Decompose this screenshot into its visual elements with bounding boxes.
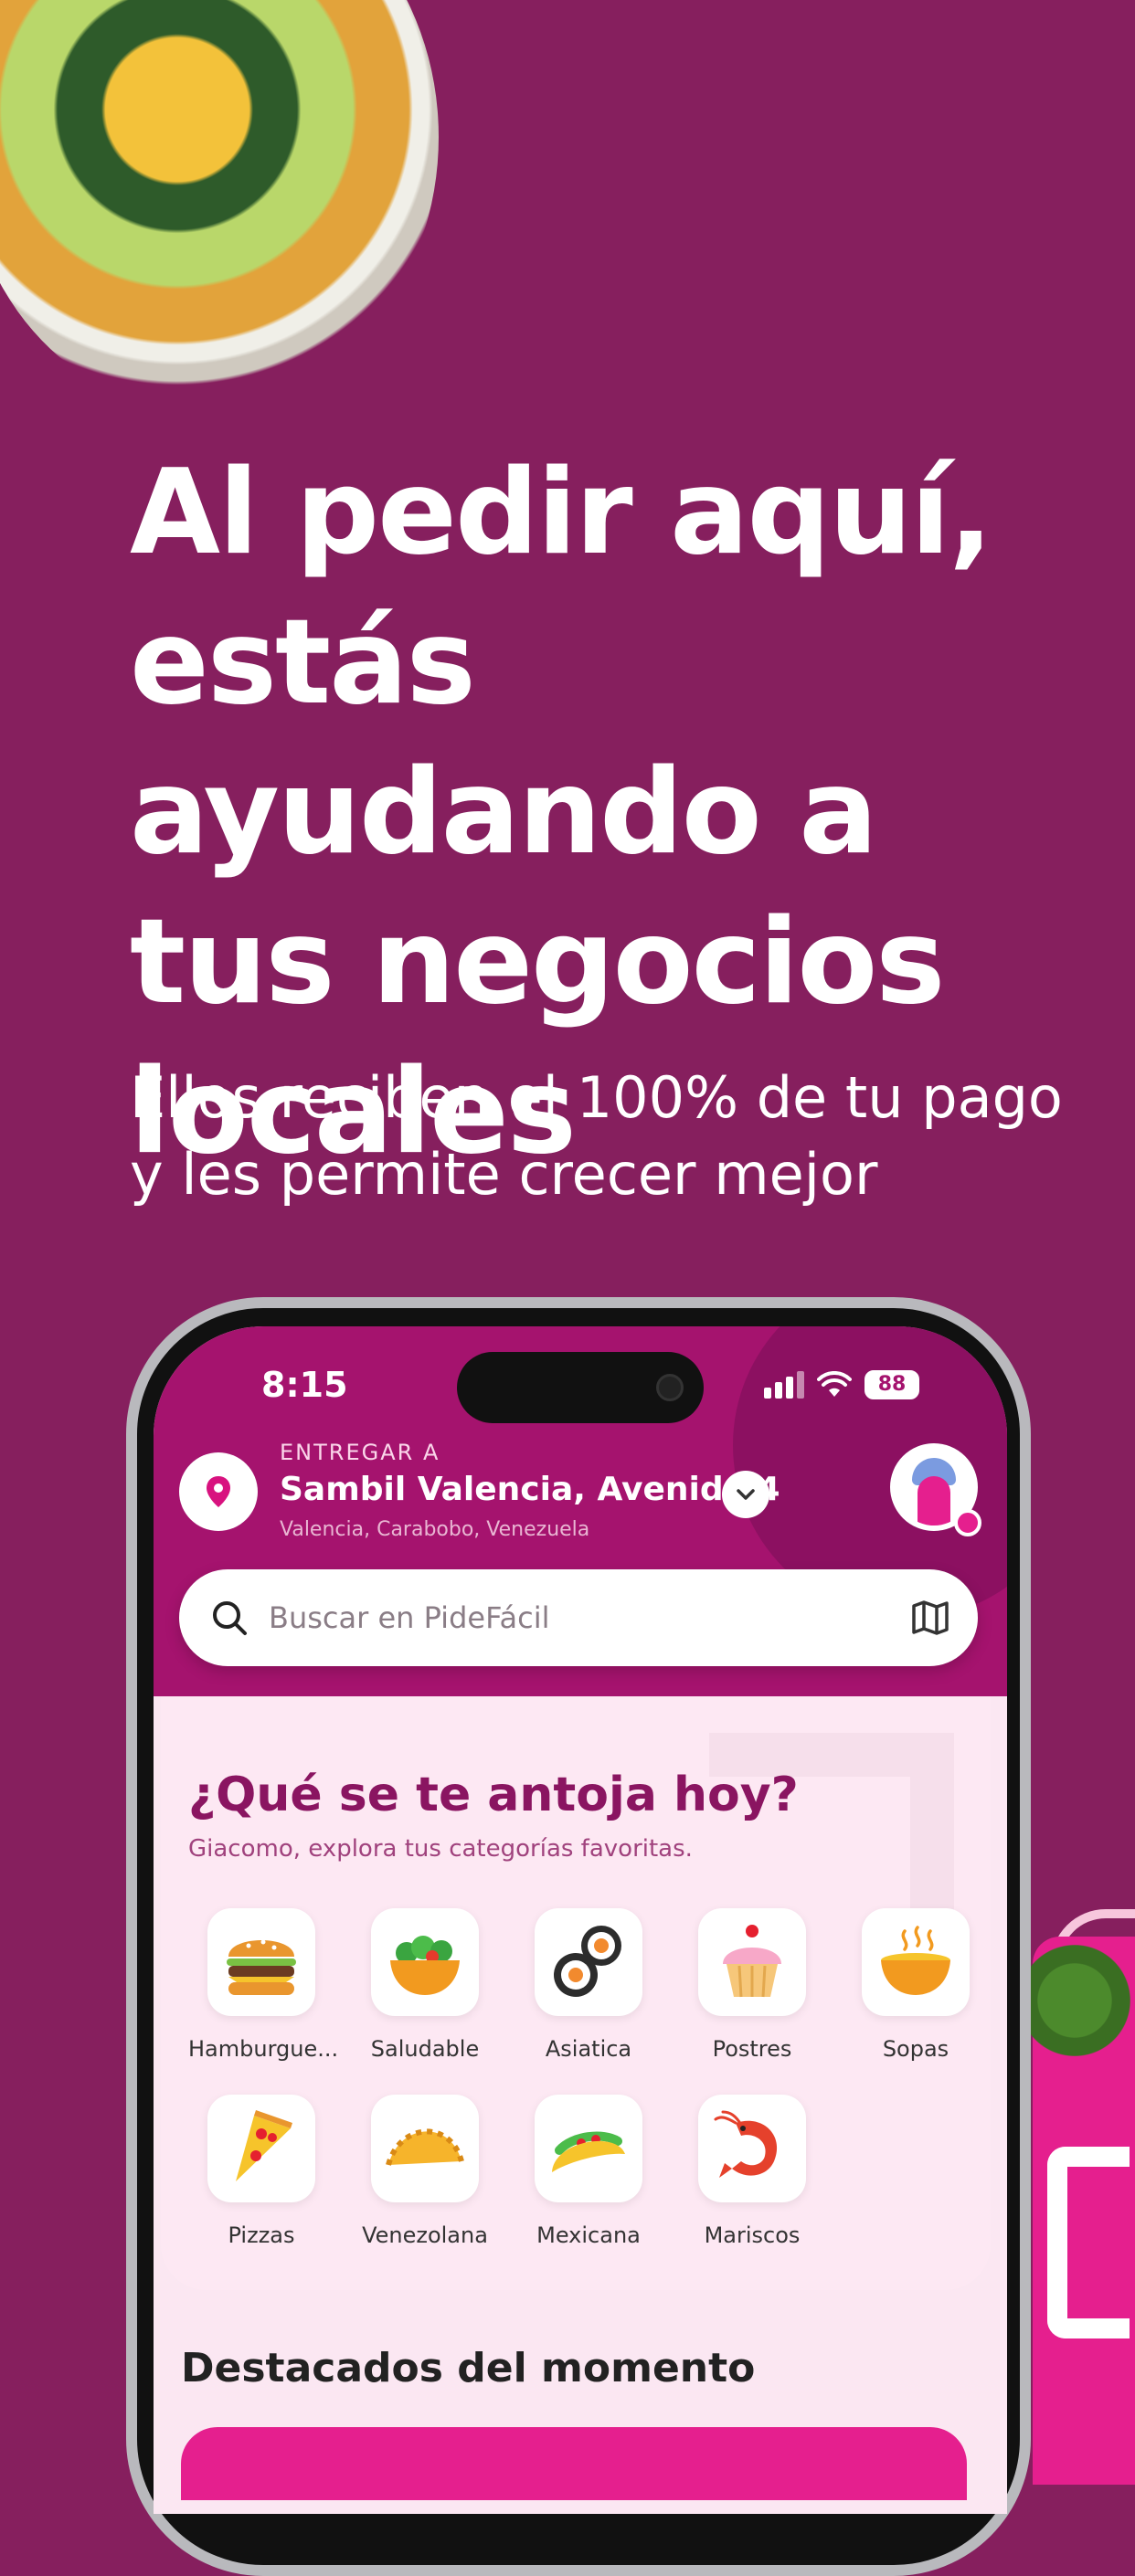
- category-tile: [535, 2095, 642, 2202]
- sushi-icon: [554, 1926, 621, 1997]
- category-label: Pizzas: [228, 2222, 295, 2248]
- bag-logo: [1047, 2147, 1130, 2338]
- categories-card: ¿Qué se te antoja hoy? Giacomo, explora …: [161, 1696, 991, 2290]
- battery-icon: 88: [865, 1370, 919, 1399]
- categories-subtitle: Giacomo, explora tus categorías favorita…: [188, 1835, 693, 1863]
- category-label: Saludable: [370, 2036, 480, 2062]
- category-tile: [535, 1908, 642, 2016]
- category-saludable[interactable]: Saludable: [352, 1908, 498, 2062]
- category-label: Mexicana: [536, 2222, 641, 2248]
- location-pin-icon: [207, 1476, 230, 1507]
- category-label: Mariscos: [704, 2222, 801, 2248]
- category-tile: [698, 1908, 806, 2016]
- category-mexicana[interactable]: Mexicana: [515, 2095, 662, 2248]
- featured-card[interactable]: [181, 2427, 967, 2500]
- category-tile: [207, 1908, 315, 2016]
- category-label: Venezolana: [362, 2222, 488, 2248]
- category-tile: [371, 1908, 479, 2016]
- shrimp-icon: [714, 2110, 778, 2178]
- location-button[interactable]: [179, 1452, 258, 1531]
- burger-icon: [227, 1939, 296, 1995]
- salad-icon: [390, 1936, 460, 1995]
- app-screen: 8:15 88 ENTREGAR A Sambil Valencia, Aven…: [154, 1326, 1007, 2514]
- category-hamburguesas[interactable]: Hamburgue...: [188, 1908, 339, 2062]
- category-tile: [862, 1908, 970, 2016]
- promo-subline: Ellos reciben el 100% de tu pago y les p…: [130, 1064, 1063, 1208]
- notification-dot: [954, 1509, 981, 1536]
- app-content: ¿Qué se te antoja hoy? Giacomo, explora …: [154, 1696, 1007, 2514]
- delivery-city: Valencia, Carabobo, Venezuela: [280, 1518, 590, 1541]
- poke-bowl-image: [0, 0, 439, 411]
- category-label: Asiatica: [545, 2036, 632, 2062]
- signal-icon: [764, 1371, 804, 1399]
- taco-icon: [552, 2131, 625, 2172]
- category-label: Postres: [712, 2036, 792, 2062]
- vegetables-image: [1031, 1937, 1135, 2064]
- soup-icon: [881, 1926, 950, 1995]
- status-icons: 88: [764, 1367, 919, 1403]
- category-tile: [207, 2095, 315, 2202]
- category-tile: [371, 2095, 479, 2202]
- camera: [656, 1374, 684, 1401]
- category-sopas[interactable]: Sopas: [843, 1908, 989, 2062]
- category-label: Sopas: [882, 2036, 949, 2062]
- status-time: 8:15: [261, 1365, 348, 1405]
- deliver-to-label: ENTREGAR A: [280, 1440, 440, 1465]
- featured-title: Destacados del momento: [181, 2345, 756, 2391]
- pizza-icon: [236, 2110, 292, 2181]
- category-pizzas[interactable]: Pizzas: [188, 2095, 334, 2248]
- search-bar[interactable]: Buscar en PideFácil: [179, 1569, 978, 1666]
- category-asiatica[interactable]: Asiatica: [515, 1908, 662, 2062]
- dynamic-island: [457, 1352, 704, 1423]
- address-dropdown-button[interactable]: [722, 1471, 769, 1518]
- chevron-down-icon: [737, 1489, 755, 1500]
- category-mariscos[interactable]: Mariscos: [679, 2095, 825, 2248]
- search-input[interactable]: Buscar en PideFácil: [269, 1600, 550, 1635]
- avatar-figure: [918, 1476, 950, 1526]
- cupcake-icon: [723, 1925, 781, 1998]
- category-venezolana[interactable]: Venezolana: [352, 2095, 498, 2248]
- category-postres[interactable]: Postres: [679, 1908, 825, 2062]
- category-tile: [698, 2095, 806, 2202]
- wifi-icon: [817, 1371, 852, 1397]
- app-header: 8:15 88 ENTREGAR A Sambil Valencia, Aven…: [154, 1326, 1007, 1696]
- delivery-address[interactable]: Sambil Valencia, Avenida 4: [280, 1471, 780, 1508]
- categories-title: ¿Qué se te antoja hoy?: [188, 1768, 799, 1822]
- empanada-icon: [386, 2128, 464, 2166]
- search-icon: [213, 1601, 247, 1635]
- category-label: Hamburgue...: [188, 2036, 339, 2062]
- map-icon[interactable]: [910, 1599, 950, 1637]
